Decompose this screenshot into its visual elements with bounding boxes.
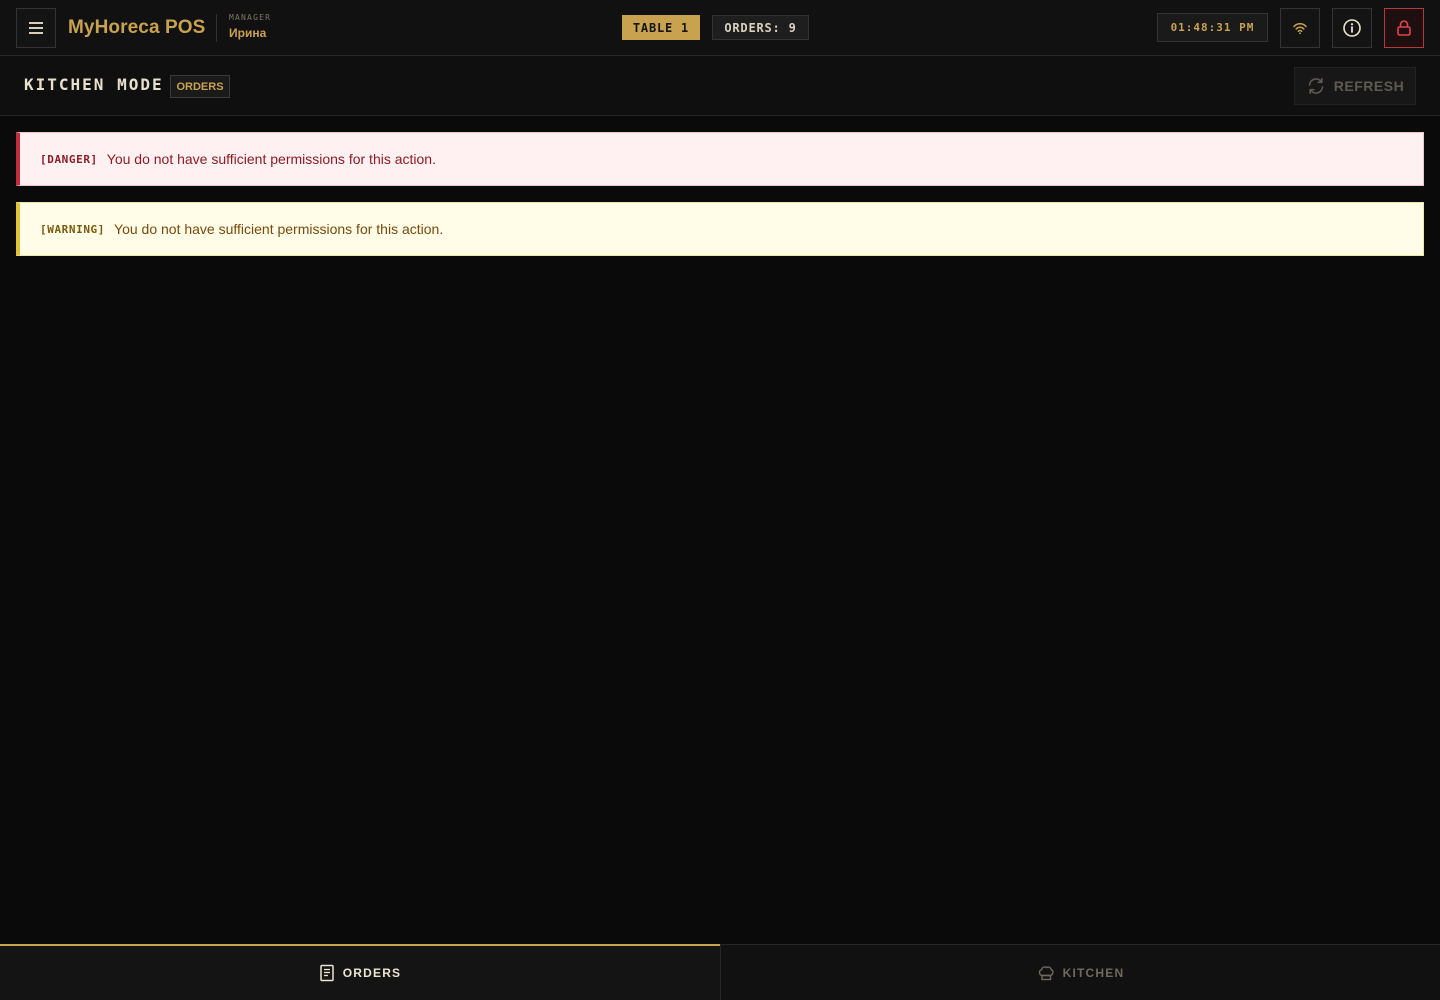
chef-hat-icon [1038,965,1054,980]
top-bar: MyHoreca POS MANAGER Ирина TABLE 1 ORDER… [0,0,1440,56]
tab-orders[interactable]: ORDERS [0,944,720,1000]
wifi-button[interactable] [1280,8,1320,48]
info-icon [1343,19,1361,37]
mode-tag: ORDERS [170,75,230,98]
danger-alert: [DANGER] You do not have sufficient perm… [16,132,1424,186]
header-divider [216,14,217,42]
refresh-label: REFRESH [1333,78,1405,94]
page-title: KITCHEN MODE [24,75,164,94]
receipt-icon [319,964,334,982]
info-button[interactable] [1332,8,1372,48]
refresh-icon [1308,78,1324,94]
table-badge[interactable]: TABLE 1 [622,15,700,40]
user-name: Ирина [229,26,267,40]
orders-count-badge[interactable]: ORDERS: 9 [712,15,809,40]
tab-label: KITCHEN [1062,965,1125,980]
mode-header: KITCHEN MODE ORDERS REFRESH [0,56,1440,116]
tab-kitchen[interactable]: KITCHEN [720,944,1440,1000]
warning-alert: [WARNING] You do not have sufficient per… [16,202,1424,256]
refresh-button[interactable]: REFRESH [1294,67,1416,105]
alert-tag: [DANGER] [40,152,98,166]
bottom-nav: ORDERS KITCHEN [0,944,1440,1000]
menu-button[interactable] [16,8,56,48]
tab-label: ORDERS [342,966,402,980]
alert-tag: [WARNING] [40,222,106,236]
clock: 01:48:31 PM [1157,13,1268,42]
alert-message: You do not have sufficient permissions f… [114,221,444,237]
user-role: MANAGER [229,13,272,22]
lock-button[interactable] [1384,8,1424,48]
lock-icon [1397,20,1411,36]
wifi-icon [1293,23,1307,35]
hamburger-icon [29,22,43,34]
alert-message: You do not have sufficient permissions f… [106,151,436,167]
app-title: MyHoreca POS [68,17,206,38]
